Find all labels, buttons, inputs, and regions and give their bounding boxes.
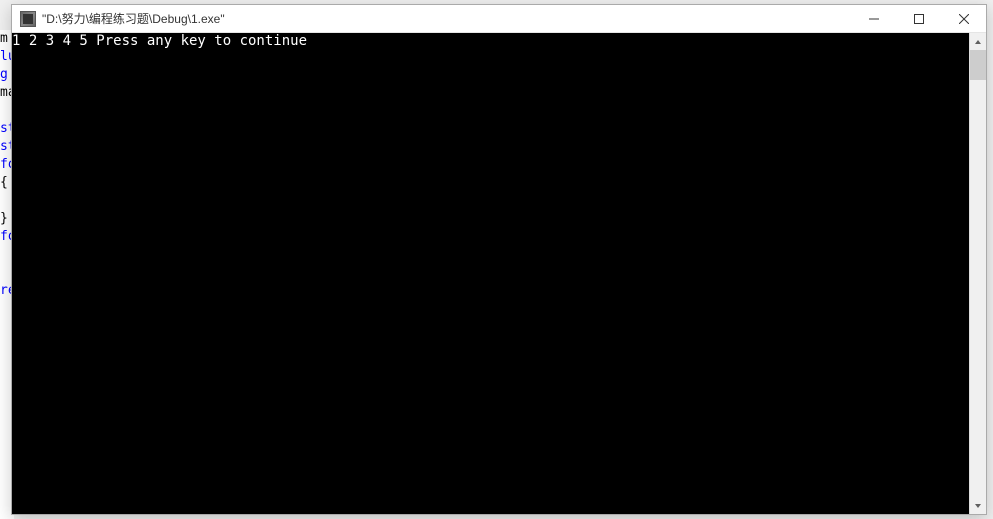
- scrollbar-down-button[interactable]: [970, 497, 986, 514]
- minimize-icon: [869, 14, 879, 24]
- maximize-icon: [914, 14, 924, 24]
- maximize-button[interactable]: [896, 5, 941, 32]
- vertical-scrollbar[interactable]: [969, 33, 986, 514]
- console-output[interactable]: 1 2 3 4 5 Press any key to continue: [12, 33, 969, 514]
- window-title: "D:\努力\编程练习题\Debug\1.exe": [42, 10, 851, 27]
- chevron-down-icon: [974, 502, 982, 510]
- console-window: "D:\努力\编程练习题\Debug\1.exe" 1 2 3 4 5 Pres…: [11, 4, 987, 515]
- console-body: 1 2 3 4 5 Press any key to continue: [12, 33, 986, 514]
- app-icon: [20, 11, 36, 27]
- chevron-up-icon: [974, 38, 982, 46]
- scrollbar-up-button[interactable]: [970, 33, 986, 50]
- scrollbar-track[interactable]: [970, 50, 986, 497]
- window-controls: [851, 5, 986, 32]
- close-button[interactable]: [941, 5, 986, 32]
- minimize-button[interactable]: [851, 5, 896, 32]
- scrollbar-thumb[interactable]: [970, 50, 986, 80]
- close-icon: [959, 14, 969, 24]
- titlebar[interactable]: "D:\努力\编程练习题\Debug\1.exe": [12, 5, 986, 33]
